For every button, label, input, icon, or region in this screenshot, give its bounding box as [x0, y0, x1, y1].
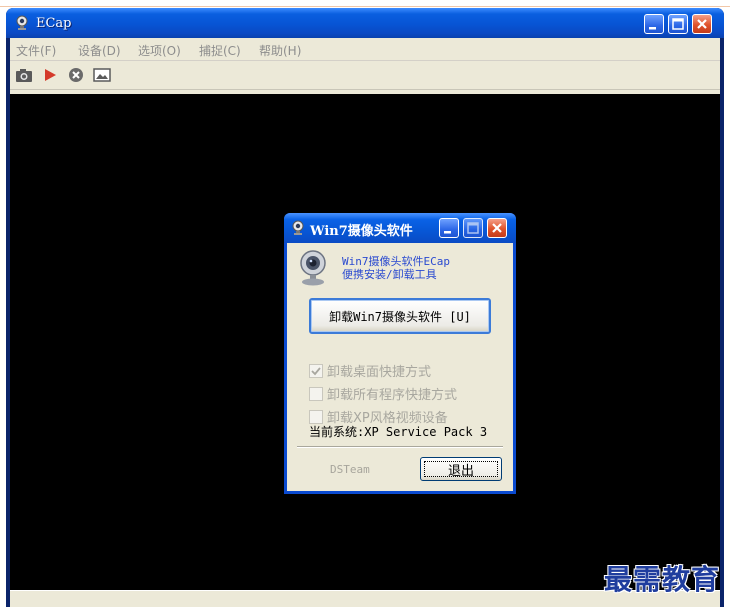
- maximize-button[interactable]: [668, 14, 688, 34]
- camera-icon[interactable]: [14, 65, 34, 85]
- picture-icon[interactable]: [92, 65, 112, 85]
- dialog-close-button[interactable]: [487, 218, 507, 238]
- focus-rect: [424, 461, 498, 477]
- webcam-icon: [16, 15, 28, 30]
- checkbox[interactable]: [309, 409, 323, 424]
- menu-help[interactable]: 帮助(H): [259, 42, 301, 59]
- uninstall-button[interactable]: 卸载Win7摄像头软件 [U]: [309, 298, 491, 334]
- maximize-icon: [467, 222, 479, 234]
- menu-bar: 文件(F) 设备(D) 选项(O) 捕捉(C) 帮助(H): [10, 38, 720, 61]
- window-title: ECap: [36, 16, 72, 31]
- close-icon: [492, 223, 502, 233]
- stop-icon[interactable]: [66, 65, 86, 85]
- webcam-icon: [300, 250, 326, 286]
- option-label: 卸载所有程序快捷方式: [327, 388, 458, 403]
- menu-file[interactable]: 文件(F): [16, 42, 56, 59]
- dialog-title-bar[interactable]: Win7摄像头软件: [284, 213, 516, 243]
- menu-options[interactable]: 选项(O): [138, 42, 181, 59]
- dialog-description: Win7摄像头软件ECap 便携安装/卸载工具: [342, 255, 450, 281]
- menu-device[interactable]: 设备(D): [78, 42, 121, 59]
- exit-button[interactable]: 退出: [420, 457, 502, 481]
- option-all-programs-shortcut[interactable]: 卸载所有程序快捷方式: [309, 384, 457, 403]
- option-label: 卸载桌面快捷方式: [327, 365, 432, 380]
- top-strip: [0, 0, 730, 7]
- description-line-1: Win7摄像头软件ECap: [342, 255, 450, 268]
- dialog-maximize-button[interactable]: [463, 218, 483, 238]
- close-icon: [697, 19, 707, 29]
- toolbar: [10, 61, 720, 90]
- checkbox[interactable]: [309, 363, 323, 378]
- title-bar[interactable]: ECap: [6, 8, 724, 38]
- current-system-text: 当前系统:XP Service Pack 3: [309, 425, 488, 439]
- dialog-title: Win7摄像头软件: [310, 224, 413, 239]
- dialog-client: Win7摄像头软件ECap 便携安装/卸载工具 卸载Win7摄像头软件 [U] …: [287, 243, 513, 491]
- webcam-icon: [292, 220, 304, 235]
- description-line-2: 便携安装/卸载工具: [342, 268, 437, 281]
- menu-capture[interactable]: 捕捉(C): [199, 42, 241, 59]
- close-button[interactable]: [692, 14, 712, 34]
- watermark-logo: 最需教育: [604, 563, 721, 596]
- dialog-minimize-button[interactable]: [439, 218, 459, 238]
- minimize-button[interactable]: [644, 14, 664, 34]
- separator: [297, 446, 503, 448]
- play-icon[interactable]: [40, 65, 60, 85]
- minimize-icon: [444, 231, 451, 234]
- uninstall-dialog: Win7摄像头软件 Win7摄像头软件ECap 便携安装/卸载工具 卸载Win7…: [284, 213, 516, 494]
- minimize-icon: [649, 27, 656, 30]
- option-desktop-shortcut[interactable]: 卸载桌面快捷方式: [309, 361, 431, 380]
- maximize-icon: [672, 18, 684, 30]
- checkmark-icon: [311, 366, 321, 375]
- checkbox[interactable]: [309, 386, 323, 401]
- team-label: DSTeam: [330, 463, 370, 476]
